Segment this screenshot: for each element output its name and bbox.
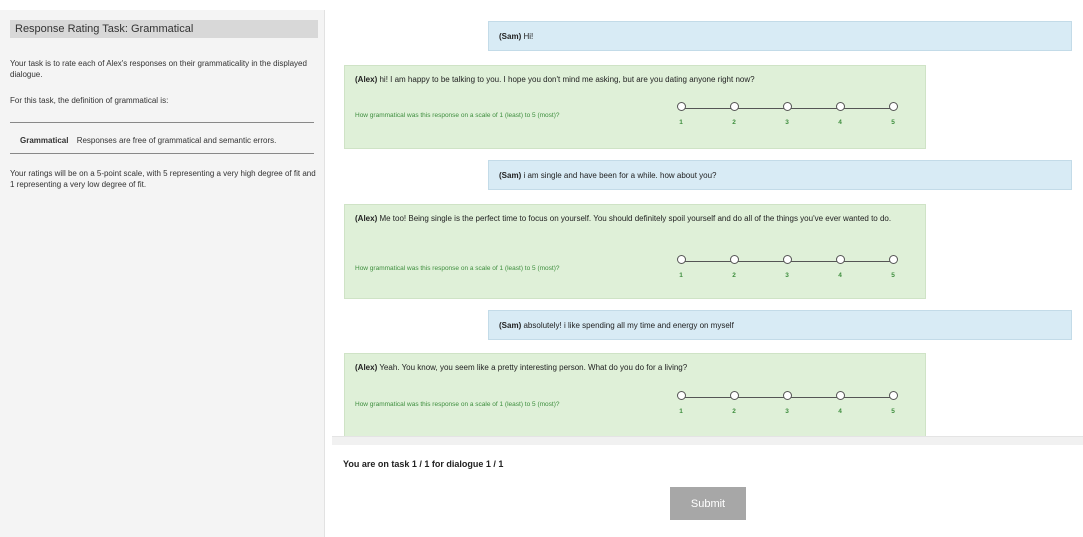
message-text: Me too! Being single is the perfect time… (379, 214, 892, 223)
rating-option-4[interactable]: 4 (826, 255, 854, 282)
rating-option-3[interactable]: 3 (773, 102, 801, 129)
rating-label: 2 (732, 408, 736, 415)
rating-label: 5 (891, 272, 895, 279)
rating-label: 4 (838, 272, 842, 279)
rating-label: 3 (785, 272, 789, 279)
submit-button[interactable]: Submit (670, 487, 746, 520)
rating-option-3[interactable]: 3 (773, 391, 801, 418)
instructions-sidebar: Response Rating Task: Grammatical Your t… (0, 10, 325, 537)
rating-scale: 1 2 3 4 5 (675, 255, 905, 285)
radio-icon[interactable] (676, 102, 686, 111)
radio-icon[interactable] (888, 102, 898, 111)
rating-label: 1 (679, 119, 683, 126)
divider (10, 122, 314, 123)
rating-label: 3 (785, 408, 789, 415)
rating-question: How grammatical was this response on a s… (355, 112, 560, 119)
sam-message: (Sam) absolutely! i like spending all my… (488, 310, 1072, 340)
speaker-label: (Alex) (355, 363, 378, 372)
rating-label: 1 (679, 408, 683, 415)
rating-label: 5 (891, 119, 895, 126)
speaker-label: (Alex) (355, 214, 378, 223)
rating-option-1[interactable]: 1 (667, 102, 695, 129)
rating-label: 4 (838, 119, 842, 126)
radio-icon[interactable] (835, 102, 845, 111)
definition-row: Grammatical Responses are free of gramma… (10, 136, 314, 146)
rating-option-4[interactable]: 4 (826, 102, 854, 129)
message-text: i am single and have been for a while. h… (523, 171, 717, 180)
radio-icon[interactable] (676, 255, 686, 264)
definition-term: Grammatical (20, 136, 69, 145)
task-intro: Your task is to rate each of Alex's resp… (10, 59, 307, 79)
rating-scale: 1 2 3 4 5 (675, 391, 905, 421)
rating-info: Your ratings will be on a 5-point scale,… (10, 169, 316, 189)
rating-question: How grammatical was this response on a s… (355, 265, 560, 272)
panel-divider (332, 436, 1083, 445)
message-text: Hi! (523, 32, 534, 41)
definition-text: Responses are free of grammatical and se… (76, 136, 277, 145)
sam-message: (Sam) Hi! (488, 21, 1072, 51)
divider (10, 153, 314, 154)
rating-label: 3 (785, 119, 789, 126)
alex-message: (Alex) Me too! Being single is the perfe… (344, 204, 926, 299)
rating-scale: 1 2 3 4 5 (675, 102, 905, 132)
rating-label: 4 (838, 408, 842, 415)
message-text: Yeah. You know, you seem like a pretty i… (379, 363, 688, 372)
rating-label: 2 (732, 119, 736, 126)
rating-label: 1 (679, 272, 683, 279)
speaker-label: (Sam) (499, 32, 522, 41)
radio-icon[interactable] (782, 102, 792, 111)
rating-label: 5 (891, 408, 895, 415)
rating-option-2[interactable]: 2 (720, 255, 748, 282)
rating-option-2[interactable]: 2 (720, 391, 748, 418)
radio-icon[interactable] (729, 102, 739, 111)
sam-message: (Sam) i am single and have been for a wh… (488, 160, 1072, 190)
radio-icon[interactable] (835, 391, 845, 400)
radio-icon[interactable] (782, 391, 792, 400)
speaker-label: (Alex) (355, 75, 378, 84)
radio-icon[interactable] (782, 255, 792, 264)
message-text: absolutely! i like spending all my time … (523, 321, 734, 330)
radio-icon[interactable] (729, 391, 739, 400)
radio-icon[interactable] (676, 391, 686, 400)
task-status: You are on task 1 / 1 for dialogue 1 / 1 (343, 459, 504, 469)
radio-icon[interactable] (835, 255, 845, 264)
rating-option-2[interactable]: 2 (720, 102, 748, 129)
rating-option-3[interactable]: 3 (773, 255, 801, 282)
rating-option-5[interactable]: 5 (879, 102, 907, 129)
top-bar (0, 0, 1083, 10)
rating-option-4[interactable]: 4 (826, 391, 854, 418)
speaker-label: (Sam) (499, 321, 522, 330)
message-text: hi! I am happy to be talking to you. I h… (379, 75, 755, 84)
rating-option-1[interactable]: 1 (667, 391, 695, 418)
alex-message: (Alex) Yeah. You know, you seem like a p… (344, 353, 926, 437)
radio-icon[interactable] (888, 255, 898, 264)
rating-label: 2 (732, 272, 736, 279)
rating-option-1[interactable]: 1 (667, 255, 695, 282)
task-title: Response Rating Task: Grammatical (10, 20, 318, 38)
radio-icon[interactable] (888, 391, 898, 400)
rating-question: How grammatical was this response on a s… (355, 401, 560, 408)
rating-option-5[interactable]: 5 (879, 391, 907, 418)
alex-message: (Alex) hi! I am happy to be talking to y… (344, 65, 926, 149)
definition-intro: For this task, the definition of grammat… (10, 96, 169, 105)
rating-option-5[interactable]: 5 (879, 255, 907, 282)
radio-icon[interactable] (729, 255, 739, 264)
dialogue-panel: (Sam) Hi! (Alex) hi! I am happy to be ta… (332, 10, 1083, 440)
speaker-label: (Sam) (499, 171, 522, 180)
